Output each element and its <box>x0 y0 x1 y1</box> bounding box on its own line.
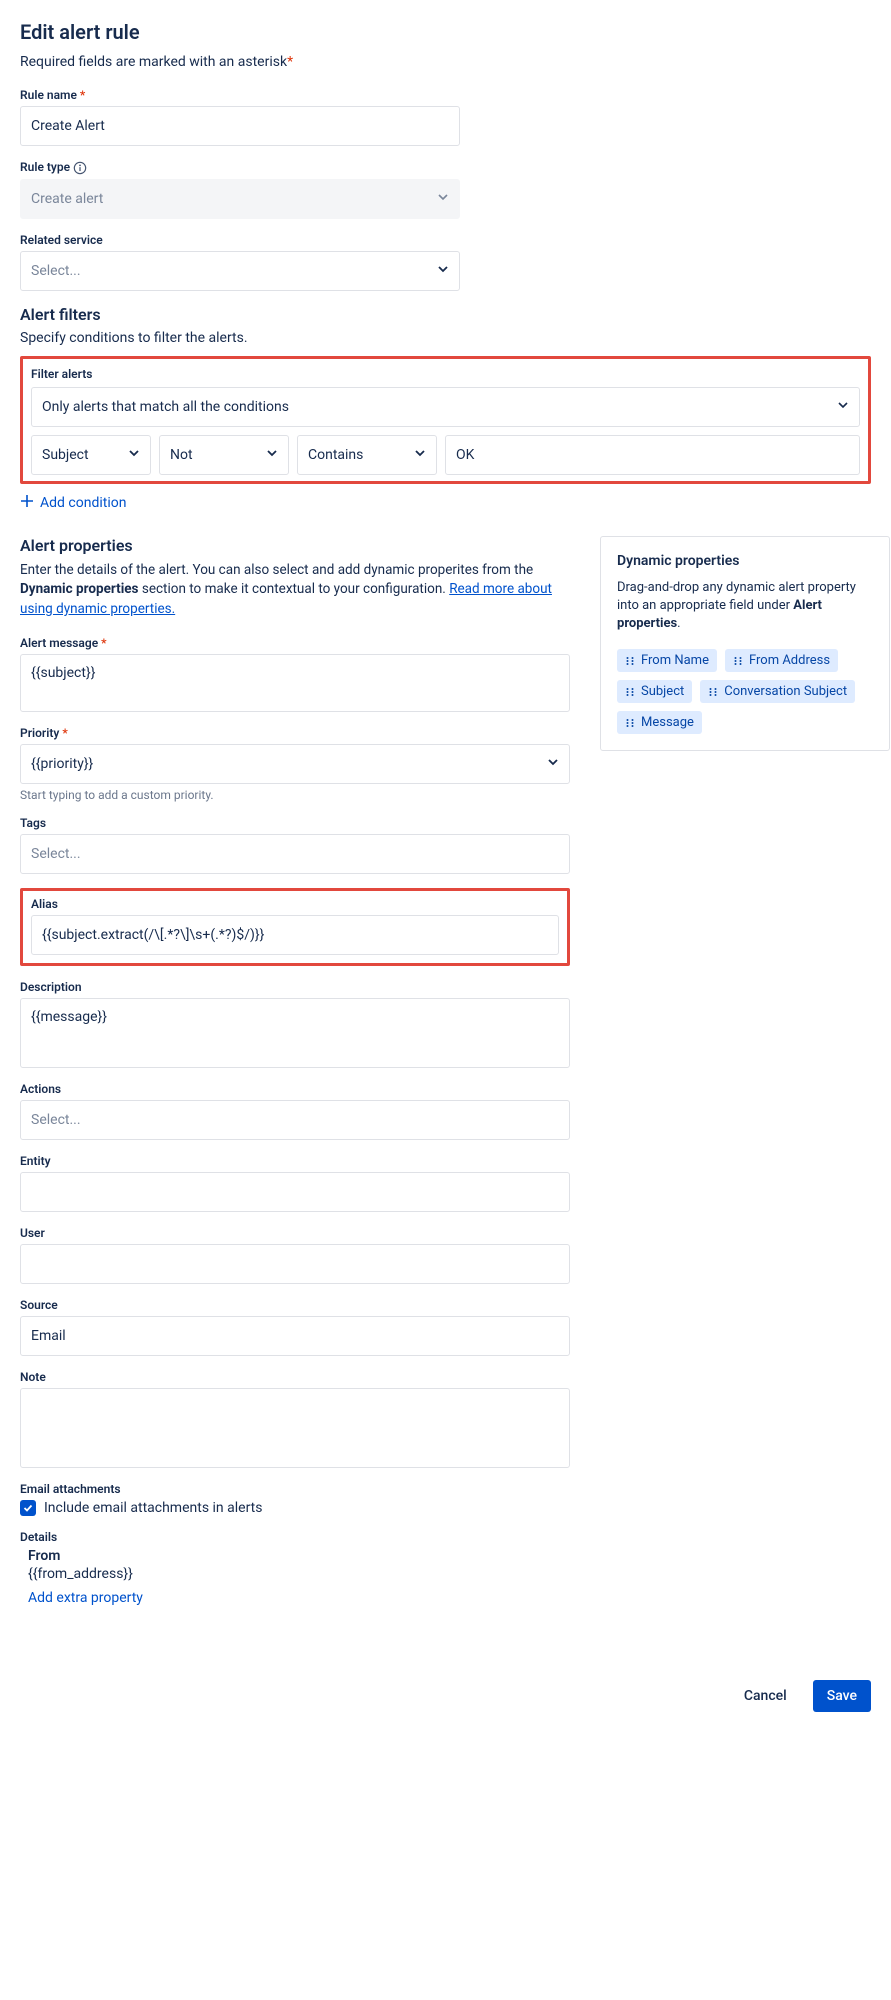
chevron-down-icon <box>414 447 426 463</box>
rule-name-input[interactable]: Create Alert <box>20 106 460 146</box>
dynamic-property-chip[interactable]: Conversation Subject <box>700 680 855 703</box>
details-value: {{from_address}} <box>28 1566 570 1582</box>
condition-operator-select[interactable]: Contains <box>297 435 437 475</box>
alias-input[interactable]: {{subject.extract(/\[.*?\]\s+(.*?)$/)}} <box>31 915 559 955</box>
condition-field-select[interactable]: Subject <box>31 435 151 475</box>
alert-filters-sub: Specify conditions to filter the alerts. <box>20 330 871 346</box>
related-service-label: Related service <box>20 233 460 247</box>
filter-match-mode-select[interactable]: Only alerts that match all the condition… <box>31 387 860 427</box>
page-title: Edit alert rule <box>20 20 871 44</box>
alert-filters-heading: Alert filters <box>20 305 871 324</box>
required-note: Required fields are marked with an aster… <box>20 54 871 70</box>
note-input[interactable] <box>20 1388 570 1468</box>
add-condition-button[interactable]: Add condition <box>20 494 871 512</box>
source-input[interactable]: Email <box>20 1316 570 1356</box>
source-label: Source <box>20 1298 570 1312</box>
add-extra-property-button[interactable]: Add extra property <box>28 1590 570 1606</box>
dynamic-properties-panel: Dynamic properties Drag-and-drop any dyn… <box>600 536 890 752</box>
tags-label: Tags <box>20 816 570 830</box>
condition-value-input[interactable]: OK <box>445 435 860 475</box>
actions-label: Actions <box>20 1082 570 1096</box>
filter-alerts-label: Filter alerts <box>31 367 860 381</box>
alias-highlight: Alias {{subject.extract(/\[.*?\]\s+(.*?)… <box>20 888 570 966</box>
cancel-button[interactable]: Cancel <box>730 1680 801 1712</box>
actions-input[interactable]: Select... <box>20 1100 570 1140</box>
info-icon <box>73 160 87 174</box>
note-label: Note <box>20 1370 570 1384</box>
grip-icon <box>625 656 635 666</box>
chevron-down-icon <box>547 756 559 772</box>
alert-message-input[interactable]: {{subject}} <box>20 654 570 712</box>
dynamic-property-chip[interactable]: From Address <box>725 649 838 672</box>
filter-highlight: Filter alerts Only alerts that match all… <box>20 356 871 484</box>
grip-icon <box>733 656 743 666</box>
details-key: From <box>28 1548 570 1564</box>
grip-icon <box>625 687 635 697</box>
grip-icon <box>625 718 635 728</box>
tags-input[interactable]: Select... <box>20 834 570 874</box>
user-input[interactable] <box>20 1244 570 1284</box>
dynamic-property-chip[interactable]: Message <box>617 711 702 734</box>
attachments-label: Email attachments <box>20 1482 570 1496</box>
alert-message-label: Alert message * <box>20 636 570 650</box>
dynamic-property-chip[interactable]: Subject <box>617 680 692 703</box>
chevron-down-icon <box>266 447 278 463</box>
condition-negation-select[interactable]: Not <box>159 435 289 475</box>
dynamic-properties-desc: Drag-and-drop any dynamic alert property… <box>617 579 873 634</box>
chevron-down-icon <box>837 399 849 415</box>
priority-label: Priority * <box>20 726 570 740</box>
chevron-down-icon <box>437 263 449 279</box>
plus-icon <box>20 494 34 512</box>
rule-type-select: Create alert <box>20 179 460 219</box>
priority-select[interactable]: {{priority}} <box>20 744 570 784</box>
priority-hint: Start typing to add a custom priority. <box>20 788 570 802</box>
description-label: Description <box>20 980 570 994</box>
entity-label: Entity <box>20 1154 570 1168</box>
chevron-down-icon <box>128 447 140 463</box>
alert-properties-heading: Alert properties <box>20 536 570 555</box>
dynamic-property-chip[interactable]: From Name <box>617 649 717 672</box>
dynamic-properties-heading: Dynamic properties <box>617 553 873 569</box>
entity-input[interactable] <box>20 1172 570 1212</box>
description-input[interactable]: {{message}} <box>20 998 570 1068</box>
alias-label: Alias <box>31 897 559 911</box>
rule-type-label: Rule type <box>20 160 460 175</box>
grip-icon <box>708 687 718 697</box>
related-service-select[interactable]: Select... <box>20 251 460 291</box>
attachments-checkbox[interactable] <box>20 1500 36 1516</box>
chevron-down-icon <box>437 191 449 207</box>
details-label: Details <box>20 1530 570 1544</box>
attachments-checkbox-label: Include email attachments in alerts <box>44 1500 262 1516</box>
alert-properties-desc: Enter the details of the alert. You can … <box>20 561 570 620</box>
user-label: User <box>20 1226 570 1240</box>
rule-name-label: Rule name * <box>20 88 460 102</box>
save-button[interactable]: Save <box>813 1680 871 1712</box>
